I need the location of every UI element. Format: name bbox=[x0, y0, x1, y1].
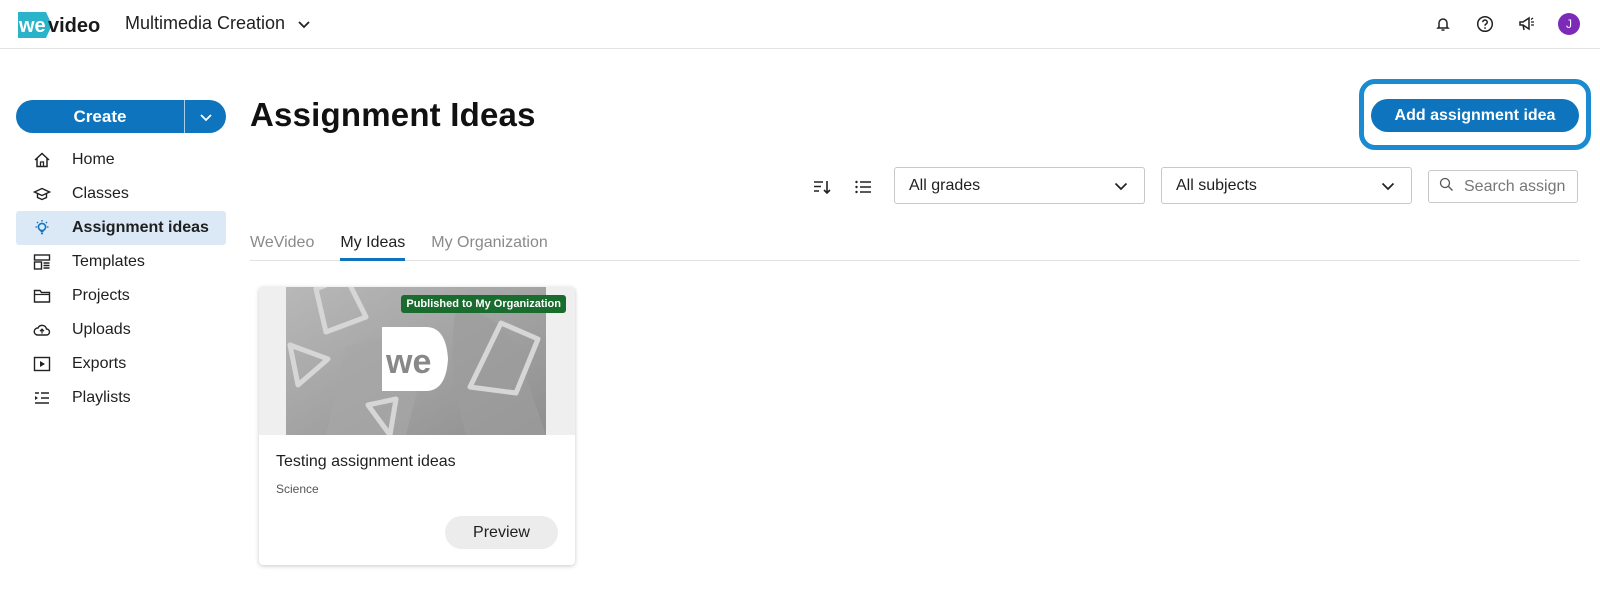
chevron-down-icon bbox=[1114, 182, 1128, 190]
sidebar-item-home[interactable]: Home bbox=[16, 143, 226, 177]
sidebar-item-playlists[interactable]: Playlists bbox=[16, 381, 226, 415]
workspace-switcher[interactable]: Multimedia Creation bbox=[125, 13, 313, 34]
create-button-group: Create bbox=[16, 100, 226, 133]
sidebar-nav: Home Classes Assignment ideas Templates … bbox=[16, 143, 226, 415]
sidebar-item-label: Exports bbox=[72, 355, 127, 372]
megaphone-icon[interactable] bbox=[1516, 13, 1538, 35]
home-icon bbox=[32, 150, 52, 170]
tab-my-organization[interactable]: My Organization bbox=[431, 234, 548, 261]
cloud-upload-icon bbox=[32, 320, 52, 340]
classes-icon bbox=[32, 184, 52, 204]
list-view-icon[interactable] bbox=[852, 176, 874, 198]
create-dropdown-button[interactable] bbox=[185, 100, 226, 133]
status-badge: Published to My Organization bbox=[401, 295, 566, 313]
card-thumbnail: we Published to My Organization bbox=[259, 287, 575, 435]
tab-my-ideas[interactable]: My Ideas bbox=[340, 234, 406, 261]
search-icon bbox=[1439, 177, 1454, 197]
sort-icon[interactable] bbox=[811, 176, 833, 198]
templates-icon bbox=[32, 252, 52, 272]
svg-text:video: video bbox=[48, 15, 100, 37]
search-input[interactable] bbox=[1464, 177, 1574, 196]
export-play-icon bbox=[32, 354, 52, 374]
chevron-down-icon bbox=[1381, 182, 1395, 190]
add-assignment-idea-button[interactable]: Add assignment idea bbox=[1371, 99, 1579, 132]
playlist-icon bbox=[32, 388, 52, 408]
help-icon[interactable] bbox=[1474, 13, 1496, 35]
sidebar-item-templates[interactable]: Templates bbox=[16, 245, 226, 279]
wevideo-logo[interactable]: we video bbox=[16, 8, 104, 42]
assignment-card[interactable]: we Published to My Organization Testing … bbox=[259, 287, 575, 565]
sidebar-item-classes[interactable]: Classes bbox=[16, 177, 226, 211]
create-button[interactable]: Create bbox=[16, 100, 185, 133]
workspace-name: Multimedia Creation bbox=[125, 13, 286, 33]
sidebar-item-label: Home bbox=[72, 151, 115, 168]
sidebar-item-label: Classes bbox=[72, 185, 129, 202]
subjects-select[interactable]: All subjects bbox=[1161, 167, 1412, 204]
top-bar: we video Multimedia Creation J bbox=[0, 0, 1600, 49]
lightbulb-icon bbox=[32, 218, 52, 238]
tab-wevideo[interactable]: WeVideo bbox=[250, 234, 314, 261]
grades-select[interactable]: All grades bbox=[894, 167, 1145, 204]
card-subject: Science bbox=[276, 482, 319, 496]
sidebar-item-label: Assignment ideas bbox=[72, 219, 209, 236]
sidebar-item-projects[interactable]: Projects bbox=[16, 279, 226, 313]
search-box[interactable] bbox=[1428, 170, 1578, 203]
sidebar-item-exports[interactable]: Exports bbox=[16, 347, 226, 381]
chevron-down-icon bbox=[199, 113, 212, 121]
sidebar-item-assignment-ideas[interactable]: Assignment ideas bbox=[16, 211, 226, 245]
preview-button[interactable]: Preview bbox=[445, 516, 558, 549]
sidebar-item-label: Templates bbox=[72, 253, 145, 270]
bell-icon[interactable] bbox=[1432, 13, 1454, 35]
subjects-select-value: All subjects bbox=[1176, 176, 1257, 194]
sidebar-item-label: Playlists bbox=[72, 389, 131, 406]
card-title[interactable]: Testing assignment ideas bbox=[276, 453, 456, 471]
grades-select-value: All grades bbox=[909, 176, 981, 194]
avatar[interactable]: J bbox=[1558, 13, 1580, 35]
sidebar-item-label: Projects bbox=[72, 287, 130, 304]
sidebar-item-label: Uploads bbox=[72, 321, 131, 338]
chevron-down-icon bbox=[295, 15, 313, 33]
svg-text:we: we bbox=[18, 15, 46, 37]
svg-text:we: we bbox=[385, 343, 431, 381]
sidebar-item-uploads[interactable]: Uploads bbox=[16, 313, 226, 347]
folder-icon bbox=[32, 286, 52, 306]
tab-bar: WeVideo My Ideas My Organization bbox=[250, 234, 1580, 261]
page-title: Assignment Ideas bbox=[250, 96, 536, 133]
